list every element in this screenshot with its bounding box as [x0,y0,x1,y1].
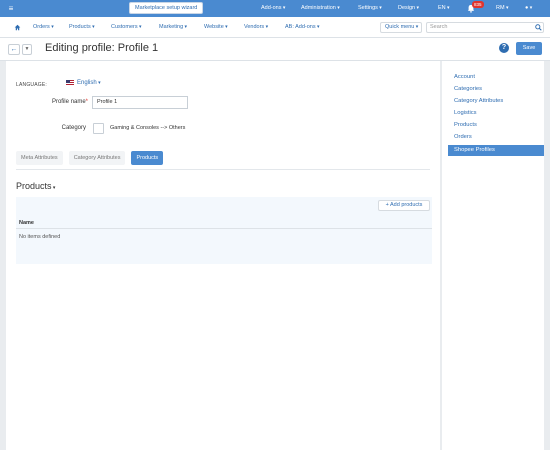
administration-menu[interactable]: Administration [301,0,340,17]
empty-state-text: No items defined [19,234,61,240]
sidebar-item-label: Shopee Profiles [454,147,495,153]
notification-count-badge: 835 [472,1,484,8]
tab-meta-attributes[interactable]: Meta Attributes [16,151,63,165]
language-selector[interactable]: English [66,80,101,86]
sidebar-item-logistics[interactable]: Logistics [454,110,477,116]
profile-name-field[interactable]: Profile 1 [92,96,188,109]
language-value: English [77,80,101,86]
main-navigation: Orders Products Customers Marketing Webs… [0,17,550,38]
sidebar-item-account[interactable]: Account [454,74,475,80]
tab-bar: Meta Attributes Category Attributes Prod… [16,151,164,165]
add-products-button[interactable]: + Add products [378,200,430,211]
nav-website[interactable]: Website [204,17,228,38]
sidebar: Account Categories Category Attributes L… [442,61,544,450]
hamburger-menu-icon[interactable]: ≡ [0,4,22,13]
language-menu[interactable]: EN [438,0,450,17]
tab-products[interactable]: Products [131,151,164,165]
products-section-title[interactable]: Products [16,181,55,191]
page-title: Editing profile: Profile 1 [45,42,159,54]
nav-vendors[interactable]: Vendors [244,17,268,38]
category-value: Gaming & Consoles --> Others [110,125,186,131]
nav-ab-addons[interactable]: AB: Add-ons [285,17,319,38]
nav-products[interactable]: Products [69,17,95,38]
nav-orders[interactable]: Orders [33,17,54,38]
top-admin-bar: ≡ Marketplace setup wizard Add-ons Admin… [0,0,550,17]
products-panel: + Add products Name No items defined [16,197,432,264]
nav-customers[interactable]: Customers [111,17,142,38]
page-header: ← ▼ Editing profile: Profile 1 ? Save [0,38,550,61]
back-arrow-icon[interactable]: ← [8,44,20,55]
save-button[interactable]: Save [516,42,542,55]
help-icon[interactable]: ? [499,43,509,53]
setup-wizard-button[interactable]: Marketplace setup wizard [129,2,204,14]
sidebar-item-products[interactable]: Products [454,122,477,128]
chevron-down-icon[interactable]: ▼ [22,44,32,55]
nav-marketing[interactable]: Marketing [159,17,187,38]
language-label: LANGUAGE: [16,82,47,88]
profile-name-label: Profile name* [51,99,88,105]
category-label: Category [61,125,86,131]
category-checkbox[interactable] [93,123,104,134]
home-icon[interactable] [14,24,21,31]
us-flag-icon [66,80,74,86]
account-icon[interactable]: ● [525,0,532,17]
sidebar-item-shopee-profiles[interactable]: Shopee Profiles [448,145,544,156]
search-input[interactable]: Search [426,22,544,33]
tab-category-attributes[interactable]: Category Attributes [68,151,126,165]
tab-divider [16,169,430,170]
settings-menu[interactable]: Settings [358,0,382,17]
addons-menu[interactable]: Add-ons [261,0,285,17]
quick-menu-button[interactable]: Quick menu [380,22,422,33]
sidebar-item-categories[interactable]: Categories [454,86,482,92]
name-column-header: Name [16,214,432,229]
sidebar-item-orders[interactable]: Orders [454,134,472,140]
main-content: LANGUAGE: English Profile name* Profile … [6,61,440,450]
sidebar-item-category-attributes[interactable]: Category Attributes [454,98,503,104]
search-icon[interactable] [535,24,542,31]
user-menu[interactable]: RM [496,0,508,17]
design-menu[interactable]: Design [398,0,419,17]
